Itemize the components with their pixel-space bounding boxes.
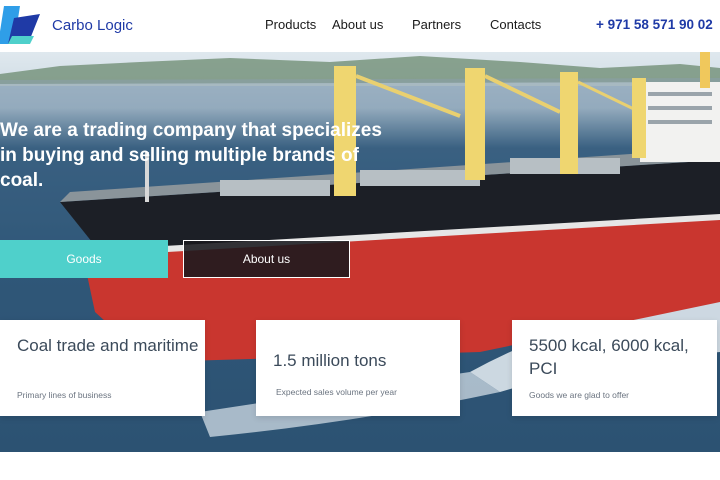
nav-about-us[interactable]: About us: [332, 17, 412, 32]
site-header: Carbo Logic Products About us Partners C…: [0, 0, 720, 52]
stat-card-business: Coal trade and maritime Primary lines of…: [0, 320, 205, 416]
stat-card-goods: 5500 kcal, 6000 kcal, PCI Goods we are g…: [512, 320, 717, 416]
nav-products[interactable]: Products: [265, 17, 332, 32]
page-bottom: [0, 452, 720, 480]
stat-card-volume: 1.5 million tons Expected sales volume p…: [256, 320, 460, 416]
stat-card-title: 1.5 million tons: [273, 351, 387, 370]
stat-card-subtitle: Goods we are glad to offer: [529, 390, 630, 400]
phone-link[interactable]: + 971 58 571 90 02: [596, 17, 713, 32]
stat-card-subtitle: Primary lines of business: [17, 390, 112, 400]
stat-card-subtitle: Expected sales volume per year: [276, 387, 397, 397]
goods-button[interactable]: Goods: [0, 240, 168, 278]
hero-section: We are a trading company that specialize…: [0, 52, 720, 452]
hero-headline: We are a trading company that specialize…: [0, 120, 382, 191]
main-nav: Products About us Partners Contacts: [265, 17, 570, 32]
stat-card-title: 5500 kcal, 6000 kcal, PCI: [529, 336, 689, 378]
stat-card-title: Coal trade and maritime: [17, 336, 199, 355]
nav-contacts[interactable]: Contacts: [490, 17, 570, 32]
brand-name[interactable]: Carbo Logic: [52, 17, 133, 34]
carbo-logic-logo-icon[interactable]: [0, 4, 40, 48]
nav-partners[interactable]: Partners: [412, 17, 490, 32]
about-us-button[interactable]: About us: [183, 240, 350, 278]
